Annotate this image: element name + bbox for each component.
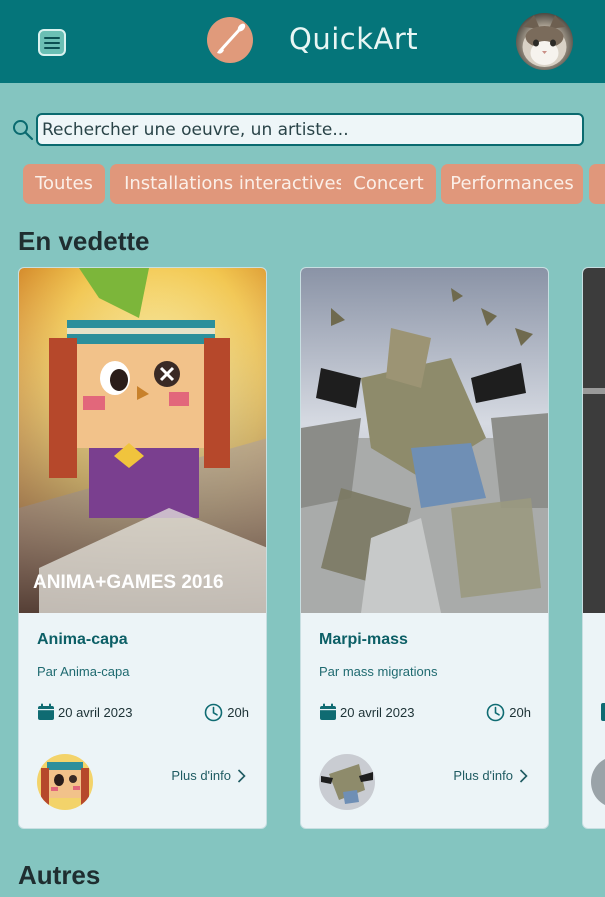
- chip-performances[interactable]: Performances: [441, 164, 583, 204]
- event-date: 20 avril 2023: [37, 702, 132, 722]
- chip-toutes[interactable]: Toutes: [23, 164, 105, 204]
- hamburger-menu-icon[interactable]: [38, 29, 66, 56]
- more-info-link[interactable]: Plus d'info: [171, 768, 246, 783]
- artist-avatar[interactable]: [37, 754, 93, 810]
- event-image: ANIMA+GAMES 2016: [19, 268, 266, 613]
- event-time-text: 20h: [509, 704, 531, 720]
- event-image-caption: ANIMA+GAMES 2016: [33, 572, 224, 593]
- event-title: Marpi-mass: [319, 631, 408, 648]
- chevron-right-icon: [237, 768, 246, 783]
- others-section-title: Autres: [18, 860, 101, 890]
- calendar-icon: [38, 703, 54, 720]
- artist-avatar[interactable]: [319, 754, 375, 810]
- featured-section-title: En vedette: [18, 226, 150, 256]
- more-info-link[interactable]: Plus d'info: [453, 768, 528, 783]
- clock-icon: [486, 703, 505, 721]
- app-header: QuickArt: [0, 0, 605, 83]
- chip-partial[interactable]: [589, 164, 605, 204]
- more-info-label: Plus d'info: [171, 768, 231, 783]
- event-image: [301, 268, 548, 613]
- event-card[interactable]: ANIMA+GAMES 2016 Anima-capa Par Anima-ca…: [18, 267, 267, 829]
- event-author: Par Anima-capa: [37, 664, 130, 679]
- search-input[interactable]: [36, 113, 584, 146]
- app-title: QuickArt: [289, 22, 419, 56]
- event-time: 20h: [204, 702, 249, 722]
- chevron-right-icon: [519, 768, 528, 783]
- event-date-text: 20 avril 2023: [340, 704, 415, 720]
- event-time-text: 20h: [227, 704, 249, 720]
- event-date-text: 20 avril 2023: [58, 704, 133, 720]
- event-time: 20h: [486, 702, 531, 722]
- event-title: Anima-capa: [37, 631, 128, 648]
- user-avatar[interactable]: [516, 13, 573, 70]
- event-card-partial[interactable]: [582, 267, 605, 829]
- chip-concert[interactable]: Concert: [341, 164, 436, 204]
- calendar-icon: [320, 703, 336, 720]
- event-date: 20 avril 2023: [319, 702, 414, 722]
- more-info-label: Plus d'info: [453, 768, 513, 783]
- chip-installations-interactives[interactable]: Installations interactives: [110, 164, 359, 204]
- paintbrush-icon[interactable]: [207, 17, 253, 63]
- clock-icon: [204, 703, 223, 721]
- event-card[interactable]: Marpi-mass Par mass migrations 20 avril …: [300, 267, 549, 829]
- search-icon: [13, 120, 34, 141]
- event-author: Par mass migrations: [319, 664, 438, 679]
